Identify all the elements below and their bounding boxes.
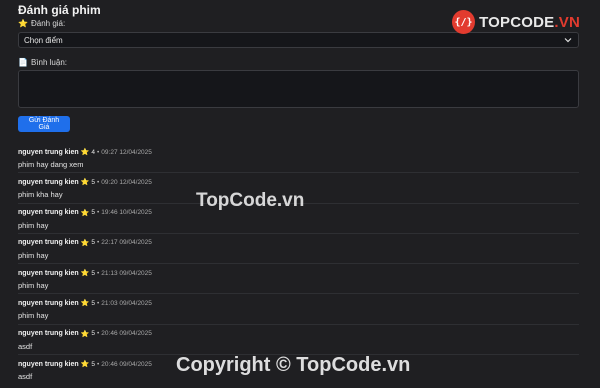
review-score: 4 xyxy=(91,148,96,156)
rating-label: ⭐ Đánh giá: xyxy=(18,19,65,28)
review-time: 20:46 09/04/2025 xyxy=(101,360,152,368)
review-time: 21:03 09/04/2025 xyxy=(101,299,152,307)
review-item: nguyen trung kien ⭐ 5 • 22:17 09/04/2025… xyxy=(18,234,579,265)
star-icon: ⭐ xyxy=(80,300,90,308)
review-item: nguyen trung kien ⭐ 5 • 21:03 09/04/2025… xyxy=(18,294,579,325)
review-time: 09:20 12/04/2025 xyxy=(101,178,152,186)
comment-label-text: Bình luận: xyxy=(30,58,67,67)
star-icon: ⭐ xyxy=(80,330,90,338)
review-time: 20:46 09/04/2025 xyxy=(101,330,152,338)
review-score: 5 xyxy=(91,330,96,338)
review-score: 5 xyxy=(91,269,96,277)
review-user: nguyen trung kien xyxy=(18,330,79,338)
review-user: nguyen trung kien xyxy=(18,299,79,307)
document-icon: 📄 xyxy=(18,57,28,67)
star-icon: ⭐ xyxy=(80,179,90,187)
review-list: nguyen trung kien ⭐ 4 • 09:27 12/04/2025… xyxy=(18,143,579,385)
separator: • xyxy=(97,148,100,156)
logo-suffix: .VN xyxy=(554,13,580,31)
review-user: nguyen trung kien xyxy=(18,148,79,156)
review-score: 5 xyxy=(91,178,96,186)
submit-review-button[interactable]: Gửi Đánh Giá xyxy=(18,116,70,132)
separator: • xyxy=(97,239,100,247)
review-time: 21:13 09/04/2025 xyxy=(101,269,152,277)
star-icon: ⭐ xyxy=(80,270,90,278)
logo-text: TOPCODE xyxy=(479,13,555,31)
review-text: phim hay dang xem xyxy=(18,160,84,169)
separator: • xyxy=(97,269,100,277)
topcode-logo: {/} TOPCODE.VN xyxy=(452,8,580,36)
separator: • xyxy=(97,299,100,307)
review-text: phim hay xyxy=(18,220,49,230)
code-icon: {/} xyxy=(452,10,476,34)
separator: • xyxy=(97,209,100,217)
review-item: nguyen trung kien ⭐ 4 • 09:27 12/04/2025… xyxy=(18,143,579,174)
review-user: nguyen trung kien xyxy=(18,239,79,247)
star-icon: ⭐ xyxy=(80,239,90,247)
chevron-down-icon xyxy=(564,38,572,43)
watermark-center: TopCode.vn xyxy=(196,190,305,211)
review-text: phim hay xyxy=(18,311,49,321)
star-icon: ⭐ xyxy=(80,149,90,156)
separator: • xyxy=(97,360,100,368)
review-user: nguyen trung kien xyxy=(18,269,79,277)
review-user: nguyen trung kien xyxy=(18,178,79,186)
review-score: 5 xyxy=(91,299,96,307)
star-icon: ⭐ xyxy=(80,209,90,217)
comment-label: 📄 Bình luận: xyxy=(18,58,67,67)
review-score: 5 xyxy=(91,360,96,368)
star-icon: ⭐ xyxy=(80,361,90,369)
review-text: asdf xyxy=(18,341,33,351)
review-user: nguyen trung kien xyxy=(18,209,79,217)
review-time: 19:46 10/04/2025 xyxy=(101,209,152,217)
rating-label-text: Đánh giá: xyxy=(30,19,66,28)
review-score: 5 xyxy=(91,209,96,217)
review-page: Đánh giá phim ⭐ Đánh giá: Chọn điểm 📄 Bì… xyxy=(0,0,600,388)
page-title: Đánh giá phim xyxy=(18,3,101,17)
review-item: nguyen trung kien ⭐ 5 • 20:46 09/04/2025… xyxy=(18,325,579,356)
comment-textarea[interactable] xyxy=(18,70,579,108)
review-user: nguyen trung kien xyxy=(18,360,79,368)
separator: • xyxy=(97,330,100,338)
review-text: phim hay xyxy=(18,250,49,260)
review-score: 5 xyxy=(91,239,96,247)
star-icon: ⭐ xyxy=(18,18,28,28)
separator: • xyxy=(97,178,100,186)
watermark-bottom: Copyright © TopCode.vn xyxy=(176,354,411,376)
review-item: nguyen trung kien ⭐ 5 • 21:13 09/04/2025… xyxy=(18,264,579,295)
review-time: 22:17 09/04/2025 xyxy=(101,239,152,247)
review-text: phim hay xyxy=(18,281,49,291)
review-time: 09:27 12/04/2025 xyxy=(101,148,152,156)
rating-select-value: Chọn điểm xyxy=(24,35,63,45)
